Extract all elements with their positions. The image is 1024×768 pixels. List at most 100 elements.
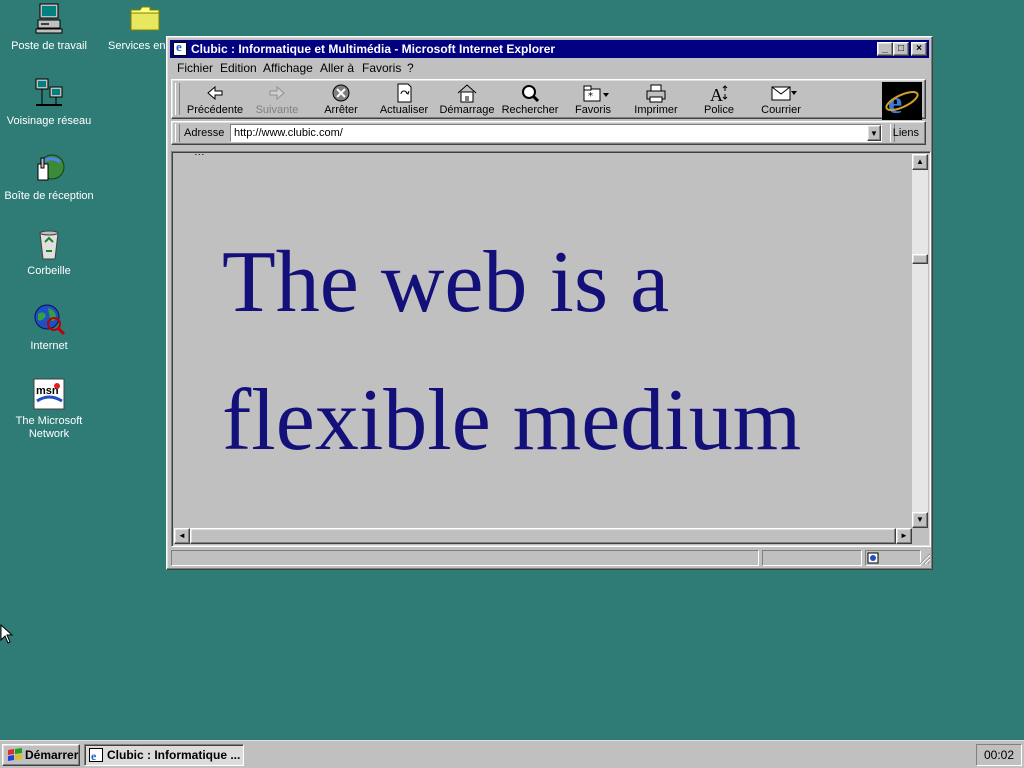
favorites-button[interactable]: * Favoris [562,82,624,118]
scroll-right-button[interactable]: ► [896,528,912,544]
desktop-icon-label: Voisinage réseau [6,115,92,127]
print-icon [645,83,667,103]
page-top-text: ... [194,154,205,160]
mouse-cursor-icon [0,624,14,644]
computer-icon [32,2,66,36]
resize-grip-icon[interactable] [917,551,931,565]
font-button[interactable]: A Police [688,82,750,118]
desktop-icon-msn[interactable]: msn The Microsoft Network [1,377,97,441]
title-bar[interactable]: Clubic : Informatique et Multimédia - Mi… [170,39,929,58]
msn-icon: msn [32,377,66,411]
ie-small-icon: e [89,748,103,762]
chevron-down-icon[interactable]: ▼ [867,125,881,141]
menu-fichier[interactable]: Fichier [177,61,213,75]
minimize-button[interactable]: _ [877,42,893,56]
back-arrow-icon [204,83,226,103]
addressbar-grip[interactable] [175,124,180,142]
menu-favoris[interactable]: Favoris [362,61,401,75]
scroll-down-button[interactable]: ▼ [912,512,928,528]
page-view[interactable]: ... The web is a flexible medium [174,154,912,528]
svg-text:e: e [91,749,97,762]
refresh-label: Actualiser [379,104,429,116]
menu-edition[interactable]: Edition [220,61,257,75]
ie-logo-icon: e [882,82,922,120]
desktop-icon-label: The Microsoft Network [15,415,83,440]
recycle-bin-icon [32,227,66,261]
mail-label: Courrier [761,104,801,116]
vertical-scrollbar[interactable]: ▲ ▼ [912,154,928,528]
home-label: Démarrage [439,104,495,116]
page-content-frame: ... The web is a flexible medium ▲ ▼ ◄ ► [171,151,931,547]
address-input[interactable]: http://www.clubic.com/ ▼ [230,124,882,142]
links-button[interactable]: Liens [893,127,919,139]
toolbar: Précédente Suivante Arrêter Actualiser D [171,79,926,120]
address-value: http://www.clubic.com/ [234,127,343,139]
window-title: Clubic : Informatique et Multimédia - Mi… [191,42,556,56]
taskbar-item-label: Clubic : Informatique ... [107,748,241,762]
scroll-left-button[interactable]: ◄ [174,528,190,544]
clock[interactable]: 00:02 [984,748,1014,762]
network-icon [32,77,66,111]
close-button[interactable]: × [911,42,927,56]
inbox-icon [32,152,66,186]
desktop-icon-inbox[interactable]: Boîte de réception [1,152,97,203]
desktop-icon-label: Internet [30,340,68,352]
forward-arrow-icon [266,83,288,103]
page-headline: The web is a flexible medium [222,234,802,469]
mail-icon [770,83,797,103]
favorites-icon: * [582,83,609,103]
menu-affichage[interactable]: Affichage [263,61,313,75]
desktop-icon-label: Services en [108,40,166,52]
horizontal-scrollbar[interactable]: ◄ ► [174,528,912,544]
desktop-icon-recycle-bin[interactable]: Corbeille [1,227,97,278]
forward-button[interactable]: Suivante [246,82,308,118]
windows-logo-icon [8,748,22,761]
refresh-icon [393,83,415,103]
vertical-scroll-thumb[interactable] [912,254,928,264]
back-button[interactable]: Précédente [184,82,246,118]
print-button[interactable]: Imprimer [625,82,687,118]
start-button[interactable]: Démarrer [2,744,80,766]
home-button[interactable]: Démarrage [436,82,498,118]
font-icon: A [708,83,730,105]
scroll-up-button[interactable]: ▲ [912,154,928,170]
desktop-icon-network[interactable]: Voisinage réseau [1,77,97,128]
status-progress [762,550,862,566]
search-label: Rechercher [501,104,559,116]
desktop-icon-internet[interactable]: Internet [1,302,97,353]
favorites-label: Favoris [574,104,612,116]
folder-icon [128,2,162,36]
start-label: Démarrer [25,748,79,762]
maximize-button[interactable]: □ [893,42,909,56]
search-icon [519,83,541,103]
scrollbar-corner [912,528,928,544]
desktop-icon-computer[interactable]: Poste de travail [1,2,97,53]
ie-small-icon [173,39,187,56]
zone-icon [867,552,879,564]
home-icon [456,83,478,103]
system-tray: 00:02 [976,744,1022,766]
menu-aller-a[interactable]: Aller à [320,61,354,75]
refresh-button[interactable]: Actualiser [373,82,435,118]
forward-label: Suivante [255,104,299,116]
browser-window: Clubic : Informatique et Multimédia - Mi… [166,36,933,570]
print-label: Imprimer [634,104,678,116]
search-button[interactable]: Rechercher [499,82,561,118]
menu-help[interactable]: ? [407,61,414,75]
stop-button[interactable]: Arrêter [310,82,372,118]
svg-text:A: A [710,85,723,103]
stop-icon [330,83,352,103]
horizontal-scroll-thumb[interactable] [190,528,896,544]
taskbar-item-ie[interactable]: e Clubic : Informatique ... [84,744,244,766]
mail-button[interactable]: Courrier [750,82,812,118]
menu-bar: Fichier Edition Affichage Aller à Favori… [171,59,928,77]
status-text [171,550,759,566]
address-bar: Adresse http://www.clubic.com/ ▼ Liens [171,121,926,145]
desktop-icon-services[interactable]: Services en [100,2,172,53]
stop-label: Arrêter [324,104,358,116]
toolbar-grip[interactable] [175,83,180,115]
desktop-icon-label: Corbeille [27,265,71,277]
address-label: Adresse [184,127,225,139]
internet-icon [32,302,66,336]
font-label: Police [704,104,734,116]
